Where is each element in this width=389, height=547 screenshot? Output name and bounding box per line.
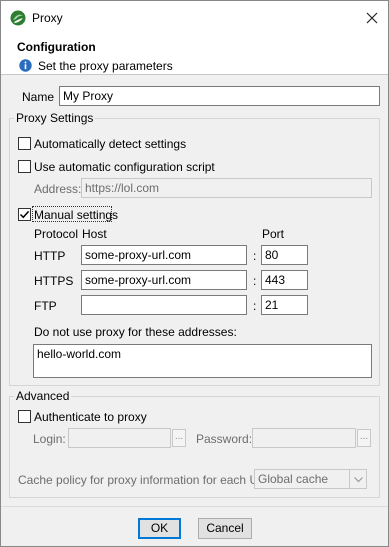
https-separator: :: [253, 274, 257, 288]
cache-policy-select[interactable]: Global cache: [254, 469, 367, 489]
ftp-separator: :: [253, 299, 257, 313]
cache-policy-label: Cache policy for proxy information for e…: [18, 473, 274, 487]
bypass-textarea[interactable]: hello-world.com: [33, 344, 372, 378]
manual-settings-checkbox[interactable]: [18, 208, 31, 221]
auto-config-checkbox[interactable]: [18, 160, 31, 173]
header-subtitle: Set the proxy parameters: [38, 59, 173, 73]
authenticate-label[interactable]: Authenticate to proxy: [34, 410, 147, 424]
login-label: Login:: [33, 432, 66, 446]
protocol-column-header: Protocol: [34, 227, 79, 241]
chevron-down-icon: [349, 470, 366, 488]
close-button[interactable]: [361, 8, 383, 28]
ftp-host-input[interactable]: [81, 295, 247, 315]
name-label: Name: [22, 90, 55, 104]
auto-detect-label[interactable]: Automatically detect settings: [34, 137, 186, 151]
password-browse-button[interactable]: ...: [357, 429, 371, 447]
window-title: Proxy: [32, 11, 63, 25]
ftp-label: FTP: [34, 299, 57, 313]
cache-policy-value: Global cache: [258, 472, 329, 486]
app-logo-icon: [10, 10, 26, 26]
host-column-header: Host: [82, 227, 107, 241]
http-port-input[interactable]: 80: [261, 245, 308, 265]
name-input[interactable]: My Proxy: [59, 86, 380, 106]
http-label: HTTP: [34, 249, 66, 263]
port-column-header: Port: [262, 227, 285, 241]
http-host-input[interactable]: some-proxy-url.com: [81, 245, 247, 265]
address-label: Address:: [34, 182, 82, 196]
proxy-dialog: Proxy Configuration Set the proxy parame…: [0, 0, 389, 547]
login-input[interactable]: [68, 428, 171, 448]
http-separator: :: [253, 249, 257, 263]
info-icon: [19, 59, 32, 72]
ftp-port-input[interactable]: 21: [261, 295, 308, 315]
address-input[interactable]: https://lol.com: [81, 178, 372, 198]
header-title: Configuration: [17, 40, 96, 54]
auto-config-label[interactable]: Use automatic configuration script: [34, 160, 215, 174]
password-input[interactable]: [252, 428, 356, 448]
button-bar-divider: [1, 506, 388, 507]
login-browse-button[interactable]: ...: [172, 429, 186, 447]
https-host-input[interactable]: some-proxy-url.com: [81, 270, 247, 290]
ok-button[interactable]: OK: [138, 518, 181, 539]
proxy-settings-title: Proxy Settings: [14, 111, 96, 125]
https-label: HTTPS: [34, 274, 74, 288]
advanced-title: Advanced: [14, 389, 72, 403]
password-label: Password:: [196, 432, 253, 446]
close-icon: [366, 12, 378, 24]
dialog-header: Configuration Set the proxy parameters: [1, 35, 388, 75]
bypass-label: Do not use proxy for these addresses:: [34, 325, 237, 339]
checkmark-icon: [19, 210, 30, 219]
https-port-input[interactable]: 443: [261, 270, 308, 290]
cancel-button[interactable]: Cancel: [198, 518, 252, 539]
auto-detect-checkbox[interactable]: [18, 137, 31, 150]
manual-settings-label[interactable]: Manual settings: [34, 208, 118, 222]
title-bar: Proxy: [1, 1, 388, 35]
authenticate-checkbox[interactable]: [18, 410, 31, 423]
